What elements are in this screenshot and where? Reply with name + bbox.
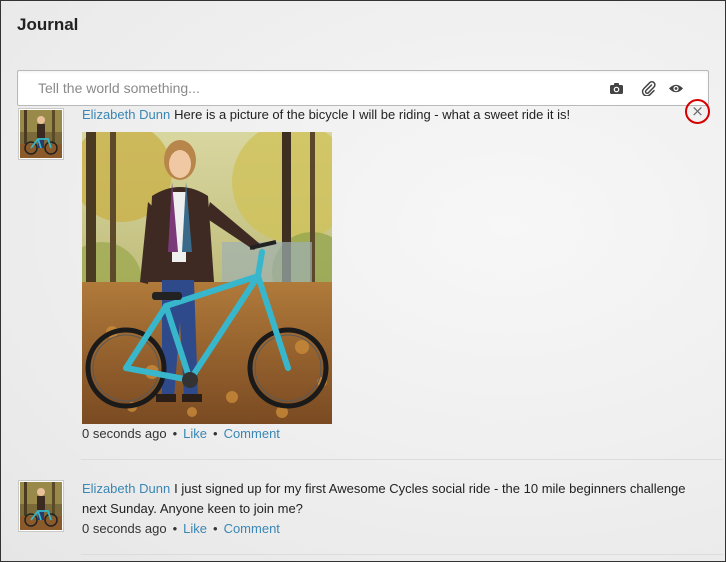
comment-link[interactable]: Comment [224, 521, 280, 536]
journal-panel: Journal × [0, 0, 726, 562]
avatar[interactable] [18, 480, 64, 532]
journal-composer [17, 70, 709, 106]
comment-link[interactable]: Comment [224, 426, 280, 441]
entry-text: Here is a picture of the bicycle I will … [174, 107, 571, 122]
entry-timestamp: 0 seconds ago [82, 426, 167, 441]
page-title: Journal [17, 15, 79, 34]
eye-icon[interactable] [668, 80, 684, 96]
separator-dot: • [213, 426, 218, 441]
like-link[interactable]: Like [183, 521, 207, 536]
avatar[interactable] [18, 108, 64, 160]
entry-body: Elizabeth Dunn I just signed up for my fi… [82, 479, 702, 519]
camera-icon[interactable] [608, 80, 624, 96]
entry-timestamp: 0 seconds ago [82, 521, 167, 536]
entry-photo[interactable] [82, 132, 332, 424]
entry-meta: 0 seconds ago • Like • Comment [82, 426, 280, 441]
entry-text-line2: next Sunday. Anyone keen to join me? [82, 501, 303, 516]
entry-body: Elizabeth Dunn Here is a picture of the b… [82, 105, 682, 125]
separator-dot: • [172, 426, 178, 441]
author-link[interactable]: Elizabeth Dunn [82, 481, 170, 496]
author-link[interactable]: Elizabeth Dunn [82, 107, 170, 122]
journal-post-input[interactable] [38, 79, 598, 97]
entry-text-line1: I just signed up for my first Awesome Cy… [174, 481, 686, 496]
separator-dot: • [172, 521, 178, 536]
paperclip-icon[interactable] [640, 80, 656, 96]
separator-dot: • [213, 521, 218, 536]
entry-meta: 0 seconds ago • Like • Comment [82, 521, 280, 536]
entry-divider [81, 554, 723, 555]
close-icon: × [691, 102, 704, 120]
entry-divider [81, 459, 723, 460]
like-link[interactable]: Like [183, 426, 207, 441]
delete-entry-button[interactable]: × [685, 99, 710, 124]
